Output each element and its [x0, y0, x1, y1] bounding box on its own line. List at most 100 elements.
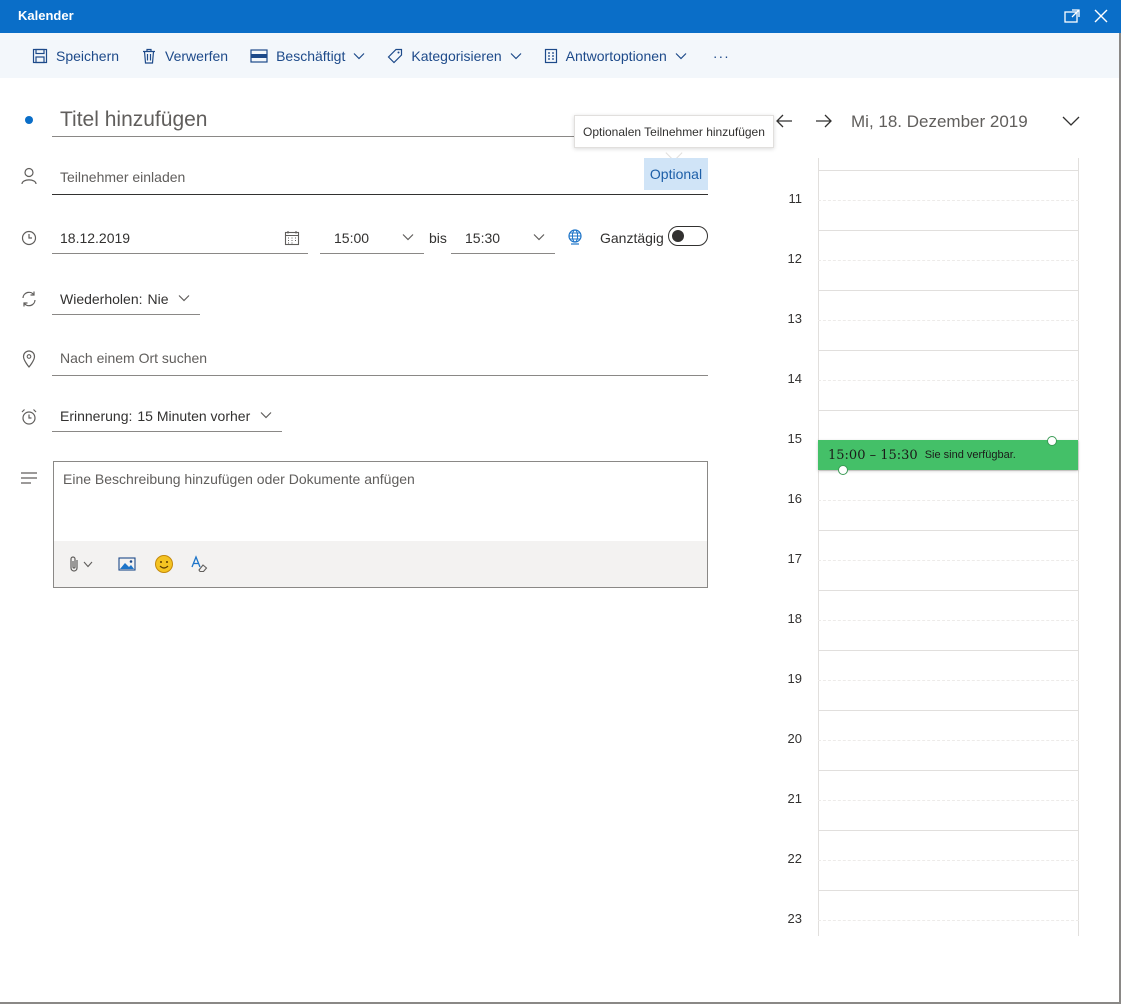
description-placeholder: Eine Beschreibung hinzufügen oder Dokume…: [63, 471, 415, 487]
toggle-knob: [672, 230, 684, 242]
half-hour-divider: [818, 680, 1079, 681]
chevron-down-icon: [675, 52, 687, 59]
event-block[interactable]: 15:00 – 15:30 Sie sind verfügbar.: [818, 440, 1078, 470]
arrow-right-icon: [816, 114, 832, 128]
reminder-dropdown[interactable]: Erinnerung: 15 Minuten vorher: [52, 400, 282, 432]
time-zone-globe-icon[interactable]: [566, 228, 584, 246]
grid-edge: [818, 158, 819, 174]
response-options-button[interactable]: Antwortoptionen: [544, 41, 687, 71]
half-hour-divider: [818, 500, 1079, 501]
reminder-label: Erinnerung:: [60, 407, 133, 424]
hour-divider: [818, 350, 1079, 351]
busy-status-button[interactable]: Beschäftigt: [250, 41, 365, 71]
half-hour-divider: [818, 380, 1079, 381]
title-indicator-dot: [25, 116, 33, 124]
half-hour-divider: [818, 740, 1079, 741]
date-field[interactable]: 18.12.2019: [52, 222, 308, 254]
previous-day-button[interactable]: [773, 110, 795, 132]
location-placeholder: Nach einem Ort suchen: [60, 349, 208, 366]
chevron-down-icon: [1062, 116, 1080, 126]
save-button[interactable]: Speichern: [32, 41, 119, 71]
hour-divider: [818, 470, 1079, 471]
hour-label: 13: [787, 311, 802, 326]
title-bar: Kalender: [0, 0, 1121, 33]
hour-label: 19: [787, 671, 802, 686]
half-hour-divider: [818, 200, 1079, 201]
command-toolbar: Speichern Verwerfen Beschäftigt Kategori…: [0, 33, 1119, 78]
response-options-icon: [544, 48, 557, 63]
hour-label: 16: [787, 491, 802, 506]
trash-icon: [143, 48, 156, 64]
reminder-value: 15 Minuten vorher: [137, 407, 251, 424]
description-editor[interactable]: Eine Beschreibung hinzufügen oder Dokume…: [53, 461, 708, 588]
clock-icon: [20, 229, 38, 247]
hour-divider: [818, 710, 1079, 711]
hour-divider: [818, 830, 1079, 831]
half-hour-divider: [818, 560, 1079, 561]
attach-file-button[interactable]: [68, 553, 93, 575]
alarm-clock-icon: [20, 408, 38, 426]
arrow-left-icon: [776, 114, 792, 128]
emoji-icon: [155, 555, 173, 573]
insert-picture-button[interactable]: [118, 553, 136, 575]
calendar-date-label: Mi, 18. Dezember 2019: [851, 112, 1028, 131]
optional-attendee-button[interactable]: Optional: [644, 158, 708, 190]
hour-divider: [818, 290, 1079, 291]
hour-divider: [818, 530, 1079, 531]
image-icon: [118, 557, 136, 571]
grid-edge: [1078, 158, 1079, 174]
categorize-label: Kategorisieren: [411, 47, 502, 64]
hour-divider: [818, 890, 1079, 891]
discard-button[interactable]: Verwerfen: [141, 41, 228, 71]
text-lines-icon: [20, 469, 38, 487]
busy-status-icon: [250, 48, 268, 63]
date-value: 18.12.2019: [60, 229, 131, 246]
format-eraser-icon: [191, 555, 208, 573]
half-hour-divider: [818, 920, 1079, 921]
save-icon: [32, 48, 48, 63]
hour-label: 15: [787, 431, 802, 446]
hour-label: 14: [787, 371, 802, 386]
half-hour-divider: [818, 320, 1079, 321]
repeat-dropdown[interactable]: Wiederholen: Nie: [52, 283, 200, 315]
end-time-value: 15:30: [465, 229, 501, 246]
all-day-toggle[interactable]: [668, 226, 708, 246]
half-hour-divider: [818, 620, 1079, 621]
chevron-down-icon: [178, 295, 190, 302]
repeat-icon: [20, 290, 38, 308]
chevron-down-icon: [83, 561, 93, 567]
event-resize-handle-top[interactable]: [1047, 436, 1057, 446]
all-day-label: Ganztägig: [600, 230, 664, 246]
more-options-button[interactable]: ···: [713, 48, 730, 64]
close-icon[interactable]: [1091, 6, 1111, 26]
attendees-input[interactable]: Teilnehmer einladen: [52, 158, 708, 195]
location-pin-icon: [20, 350, 38, 368]
event-resize-handle-bottom[interactable]: [838, 465, 848, 475]
popout-icon[interactable]: [1062, 6, 1082, 26]
hour-divider: [818, 410, 1079, 411]
start-time-dropdown[interactable]: 15:00: [320, 222, 424, 254]
repeat-value: Nie: [147, 290, 169, 307]
repeat-label: Wiederholen:: [60, 290, 143, 307]
expand-calendar-button[interactable]: [1060, 110, 1082, 132]
event-time: 15:00 – 15:30: [828, 447, 918, 463]
half-hour-divider: [818, 860, 1079, 861]
calendar-icon[interactable]: [284, 230, 300, 246]
half-hour-divider: [818, 800, 1079, 801]
day-time-grid[interactable]: [818, 174, 1079, 936]
end-time-dropdown[interactable]: 15:30: [451, 222, 555, 254]
hour-divider: [818, 170, 1079, 171]
hour-divider: [818, 650, 1079, 651]
hour-label: 12: [787, 251, 802, 266]
next-day-button[interactable]: [813, 110, 835, 132]
format-painter-button[interactable]: [190, 553, 208, 575]
categorize-button[interactable]: Kategorisieren: [387, 41, 522, 71]
title-input[interactable]: Titel hinzufügen: [52, 104, 592, 137]
insert-emoji-button[interactable]: [154, 553, 174, 575]
location-input[interactable]: Nach einem Ort suchen: [52, 340, 708, 376]
half-hour-divider: [818, 260, 1079, 261]
hour-label: 17: [787, 551, 802, 566]
hour-label: 18: [787, 611, 802, 626]
save-label: Speichern: [56, 47, 120, 64]
person-icon: [20, 167, 38, 185]
